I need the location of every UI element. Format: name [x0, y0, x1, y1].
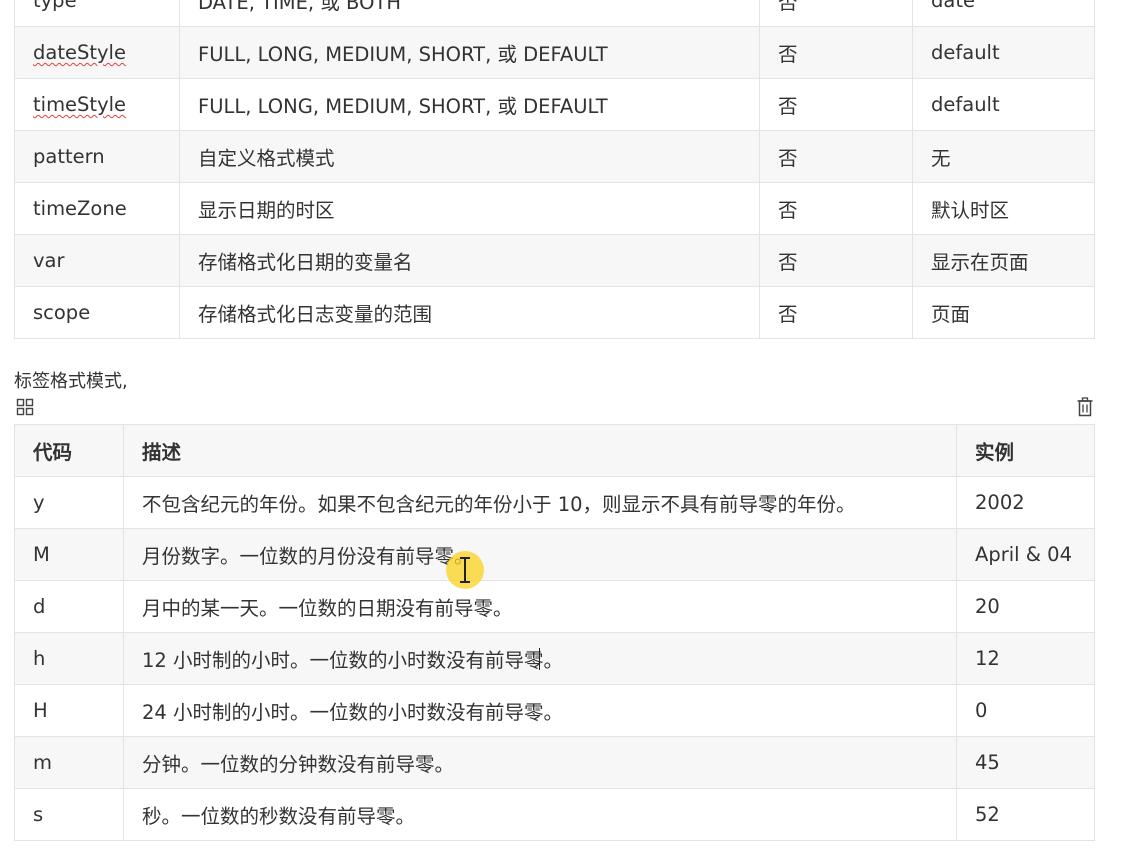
pattern-desc: 秒。一位数的秒数没有前导零。 — [123, 788, 957, 841]
attr-desc: FULL, LONG, MEDIUM, SHORT, 或 DEFAULT — [179, 26, 760, 79]
attr-default: 显示在页面 — [912, 234, 1095, 287]
attr-name: scope — [14, 286, 180, 339]
attr-name: type — [14, 0, 180, 27]
pattern-example: 0 — [956, 684, 1095, 737]
pattern-code: d — [14, 580, 124, 633]
table-row: y 不包含纪元的年份。如果不包含纪元的年份小于 10，则显示不具有前导零的年份。… — [14, 476, 1095, 529]
table-row: m 分钟。一位数的分钟数没有前导零。 45 — [14, 736, 1095, 789]
table-row: H 24 小时制的小时。一位数的小时数没有前导零。 0 — [14, 684, 1095, 737]
table-row: scope 存储格式化日志变量的范围 否 页面 — [14, 286, 1095, 339]
attr-default: default — [912, 26, 1095, 79]
pattern-example: 45 — [956, 736, 1095, 789]
attr-name: timeZone — [14, 182, 180, 235]
attr-name-cell: dateStyle — [14, 26, 180, 79]
pattern-desc: 分钟。一位数的分钟数没有前导零。 — [123, 736, 957, 789]
table-row: dateStyle FULL, LONG, MEDIUM, SHORT, 或 D… — [14, 26, 1095, 79]
pattern-desc[interactable]: 12 小时制的小时。一位数的小时数没有前导零。 — [123, 632, 957, 685]
table-row: M 月份数字。一位数的月份没有前导零。 April & 04 — [14, 528, 1095, 581]
pattern-code: y — [14, 476, 124, 529]
table-row: h 12 小时制的小时。一位数的小时数没有前导零。 12 — [14, 632, 1095, 685]
text-caret — [539, 648, 540, 670]
attr-name: dateStyle — [33, 41, 126, 64]
pattern-example: 12 — [956, 632, 1095, 685]
pattern-desc[interactable]: 月份数字。一位数的月份没有前导零。 — [123, 528, 957, 581]
pattern-code: s — [14, 788, 124, 841]
attr-desc: DATE, TIME, 或 BOTH — [179, 0, 760, 27]
attr-default: 默认时区 — [912, 182, 1095, 235]
pattern-example: 52 — [956, 788, 1095, 841]
attributes-table: type DATE, TIME, 或 BOTH 否 date dateStyle… — [14, 0, 1095, 339]
pattern-example: April & 04 — [956, 528, 1095, 581]
attr-default: date — [912, 0, 1095, 27]
table-header-row: 代码 描述 实例 — [14, 424, 1095, 477]
table-row: timeZone 显示日期的时区 否 默认时区 — [14, 182, 1095, 235]
pattern-code: h — [14, 632, 124, 685]
pattern-code: m — [14, 736, 124, 789]
ibeam-cursor-icon — [460, 557, 470, 583]
attr-desc: 存储格式化日期的变量名 — [179, 234, 760, 287]
table-row: s 秒。一位数的秒数没有前导零。 52 — [14, 788, 1095, 841]
pattern-table: 代码 描述 实例 y 不包含纪元的年份。如果不包含纪元的年份小于 10，则显示不… — [14, 424, 1095, 841]
pattern-example: 2002 — [956, 476, 1095, 529]
header-code: 代码 — [14, 424, 124, 477]
attr-required: 否 — [759, 182, 913, 235]
attr-required: 否 — [759, 78, 913, 131]
pattern-desc: 月中的某一天。一位数的日期没有前导零。 — [123, 580, 957, 633]
grid-icon[interactable] — [16, 398, 34, 416]
table-row: d 月中的某一天。一位数的日期没有前导零。 20 — [14, 580, 1095, 633]
attr-desc: FULL, LONG, MEDIUM, SHORT, 或 DEFAULT — [179, 78, 760, 131]
attr-required: 否 — [759, 234, 913, 287]
pattern-code: H — [14, 684, 124, 737]
attr-name: timeStyle — [33, 93, 127, 116]
attr-desc: 显示日期的时区 — [179, 182, 760, 235]
attr-desc: 自定义格式模式 — [179, 130, 760, 183]
table-row: type DATE, TIME, 或 BOTH 否 date — [14, 0, 1095, 27]
attr-name: var — [14, 234, 180, 287]
attr-desc: 存储格式化日志变量的范围 — [179, 286, 760, 339]
attr-default: 无 — [912, 130, 1095, 183]
attr-default: default — [912, 78, 1095, 131]
pattern-desc: 不包含纪元的年份。如果不包含纪元的年份小于 10，则显示不具有前导零的年份。 — [123, 476, 957, 529]
attr-default: 页面 — [912, 286, 1095, 339]
attr-required: 否 — [759, 286, 913, 339]
header-example: 实例 — [956, 424, 1095, 477]
pattern-example: 20 — [956, 580, 1095, 633]
attr-name-cell: timeStyle — [14, 78, 180, 131]
table-caption: 标签格式模式, — [14, 371, 128, 392]
pattern-code: M — [14, 528, 124, 581]
trash-icon[interactable] — [1076, 397, 1094, 417]
header-desc: 描述 — [123, 424, 957, 477]
attr-required: 否 — [759, 0, 913, 27]
attr-name: pattern — [14, 130, 180, 183]
table-row: timeStyle FULL, LONG, MEDIUM, SHORT, 或 D… — [14, 78, 1095, 131]
table-row: pattern 自定义格式模式 否 无 — [14, 130, 1095, 183]
pattern-desc: 24 小时制的小时。一位数的小时数没有前导零。 — [123, 684, 957, 737]
table-row: var 存储格式化日期的变量名 否 显示在页面 — [14, 234, 1095, 287]
attr-required: 否 — [759, 26, 913, 79]
attr-required: 否 — [759, 130, 913, 183]
